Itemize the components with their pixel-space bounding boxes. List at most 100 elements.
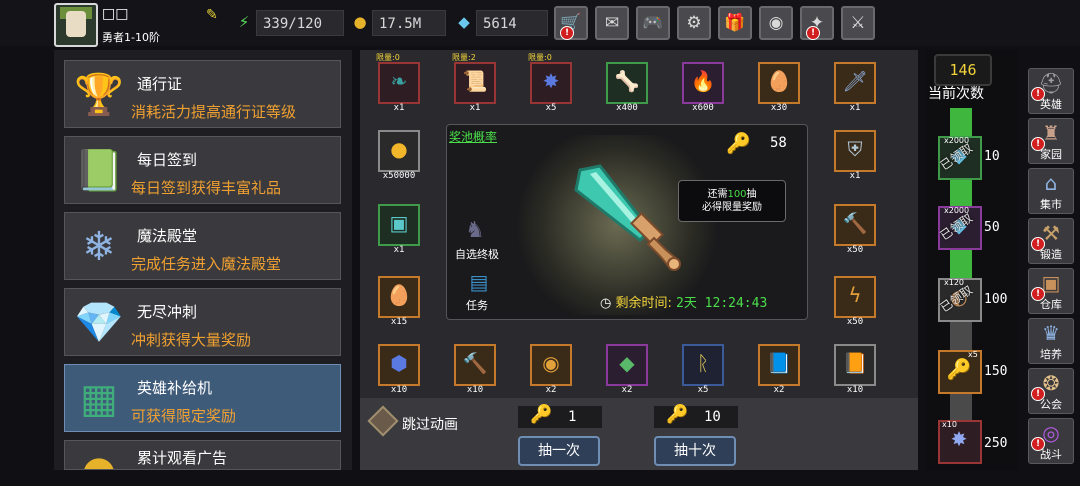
- crossed-swords-icon: ⚔: [850, 13, 866, 33]
- prize-slot[interactable]: 🔨 x10: [454, 344, 496, 395]
- key-icon: 🔑: [946, 357, 972, 381]
- scroll-icon: 📜: [462, 69, 488, 93]
- milestone-track: [926, 50, 1018, 470]
- prize-slot[interactable]: 🗡 x1: [834, 62, 876, 113]
- prize-slot[interactable]: 🥚 x15: [378, 276, 420, 327]
- draw-ten-button[interactable]: 抽十次: [654, 436, 736, 466]
- milestone-reward[interactable]: x120 ◐ 已领取: [938, 278, 982, 322]
- draw-count: 146: [934, 54, 992, 86]
- nav-hero[interactable]: ⛑ 英雄!: [1028, 68, 1074, 114]
- cheer-button[interactable]: ✦!: [800, 6, 834, 40]
- pity-tooltip: 还需100抽 必得限量奖励: [678, 180, 786, 222]
- egg-icon: 🥚: [386, 283, 412, 307]
- prize-slot[interactable]: 🦴 x400: [606, 62, 648, 113]
- prize-slot[interactable]: 限量:2 📜 x1: [452, 53, 496, 113]
- nav-market[interactable]: ⌂ 集市: [1028, 168, 1074, 214]
- prize-slot[interactable]: ϟ x50: [834, 276, 876, 327]
- featured-sword-icon: [574, 164, 681, 271]
- nav-guild[interactable]: ❂ 公会!: [1028, 368, 1074, 414]
- crystal-icon: ✸: [542, 69, 560, 93]
- key-count: 58: [770, 135, 787, 151]
- prize-slot[interactable]: 📙 x10: [834, 344, 876, 395]
- fire-icon: 🔥: [690, 69, 716, 93]
- supply-machine-icon: ▦: [80, 376, 118, 422]
- pool-probability-link[interactable]: 奖池概率: [449, 128, 497, 145]
- energy-icon: ⚡: [238, 13, 250, 31]
- mail-icon: ✉: [604, 13, 620, 33]
- avatar[interactable]: [54, 3, 98, 47]
- milestone-reward[interactable]: x2000 ◆ 已领取: [938, 206, 982, 250]
- clock-icon: ◷: [600, 296, 612, 311]
- hero-select-label[interactable]: 自选终极: [455, 246, 499, 262]
- menu-item-pass[interactable]: 🏆 通行证 消耗活力提高通行证等级: [64, 60, 341, 128]
- milestone-value: 10: [984, 149, 1000, 164]
- settings-button[interactable]: ⚙: [677, 6, 711, 40]
- feather-icon: ❧: [390, 69, 408, 93]
- gamepad-button[interactable]: 🎮: [636, 6, 670, 40]
- menu-item-ad-watch[interactable]: ● 累计观看广告: [64, 440, 341, 470]
- milestone-reward[interactable]: x5 🔑: [938, 350, 982, 394]
- menu-subtitle: 消耗活力提高通行证等级: [131, 103, 297, 121]
- edit-name-icon[interactable]: ✎: [206, 7, 222, 23]
- progress-bar-fill: [950, 180, 972, 206]
- coin-icon: ●: [71, 443, 127, 469]
- battle-button[interactable]: ⚔: [841, 6, 875, 40]
- prize-slot[interactable]: 限量:0 ✸ x5: [528, 53, 572, 113]
- nav-battle[interactable]: ◎ 战斗!: [1028, 418, 1074, 464]
- market-icon: ⌂: [1044, 171, 1058, 195]
- remaining-time: ◷ 剩余时间: 2天 12:24:43: [600, 292, 767, 311]
- draw-controls: [360, 398, 918, 470]
- shop-button[interactable]: 🛒!: [554, 6, 588, 40]
- gem-icon: ◆: [619, 351, 635, 375]
- menu-title: 英雄补给机: [137, 379, 213, 397]
- chest-icon: ▣: [389, 211, 409, 235]
- medal-icon: ◉: [542, 351, 560, 375]
- key-icon: 🔑: [666, 404, 689, 425]
- nav-storage[interactable]: ▣ 仓库!: [1028, 268, 1074, 314]
- gold-value: 17.5M: [372, 10, 446, 36]
- key-icon: 🔑: [530, 404, 553, 425]
- nav-forge[interactable]: ⚒ 锻造!: [1028, 218, 1074, 264]
- timer-label: 剩余时间:: [615, 296, 672, 311]
- prize-slot[interactable]: ◆ x2: [606, 344, 648, 395]
- menu-item-hero-supply[interactable]: ▦ 英雄补给机 可获得限定奖励: [64, 364, 341, 432]
- prize-slot[interactable]: 📘 x2: [758, 344, 800, 395]
- skip-animation-label[interactable]: 跳过动画: [402, 414, 458, 434]
- prize-slot[interactable]: ᚱ x5: [682, 344, 724, 395]
- prize-slot[interactable]: 🥚 x30: [758, 62, 800, 113]
- menu-title: 魔法殿堂: [137, 227, 198, 245]
- flame-icon: ϟ: [848, 283, 862, 307]
- prize-slot[interactable]: ▣ x1: [378, 204, 420, 255]
- prize-slot[interactable]: ⬢ x10: [378, 344, 420, 395]
- draw-once-button[interactable]: 抽一次: [518, 436, 600, 466]
- gift-button[interactable]: 🎁: [718, 6, 752, 40]
- wheel-icon: ◉: [768, 13, 784, 33]
- gem-value: 5614: [476, 10, 548, 36]
- progress-bar-empty: [950, 394, 972, 422]
- prize-slot[interactable]: 限量:0 ❧ x1: [376, 53, 420, 113]
- energy-value: 339/120: [256, 10, 344, 36]
- nav-train[interactable]: ♛ 培养: [1028, 318, 1074, 364]
- draw-count-label: 当前次数: [928, 86, 984, 102]
- menu-item-checkin[interactable]: 📗 每日签到 每日签到获得丰富礼品: [64, 136, 341, 204]
- ore-icon: ⬢: [390, 351, 408, 375]
- prize-slot[interactable]: ⛨ x1: [834, 130, 876, 181]
- milestone-value: 100: [984, 292, 1008, 307]
- menu-item-magic-hall[interactable]: ❄ 魔法殿堂 完成任务进入魔法殿堂: [64, 212, 341, 280]
- nav-home[interactable]: ♜ 家园!: [1028, 118, 1074, 164]
- prize-slot[interactable]: 🔥 x600: [682, 62, 724, 113]
- menu-item-endless-sprint[interactable]: 💎 无尽冲刺 冲刺获得大量奖励: [64, 288, 341, 356]
- milestone-reward[interactable]: x2000 ◆ 已领取: [938, 136, 982, 180]
- menu-title: 累计观看广告: [137, 449, 228, 467]
- player-name: □□: [102, 6, 129, 22]
- milestone-reward[interactable]: x10 ✸: [938, 420, 982, 464]
- prize-slot[interactable]: ◉ x2: [530, 344, 572, 395]
- task-icon[interactable]: ▤: [462, 270, 496, 298]
- wheel-button[interactable]: ◉: [759, 6, 793, 40]
- prize-slot[interactable]: ● x50000: [378, 130, 420, 181]
- task-label[interactable]: 任务: [466, 297, 488, 313]
- tip-line2: 必得限量奖励: [702, 202, 762, 213]
- mail-button[interactable]: ✉: [595, 6, 629, 40]
- prize-slot[interactable]: 🔨 x50: [834, 204, 876, 255]
- trophy-icon: ♛: [1042, 321, 1060, 345]
